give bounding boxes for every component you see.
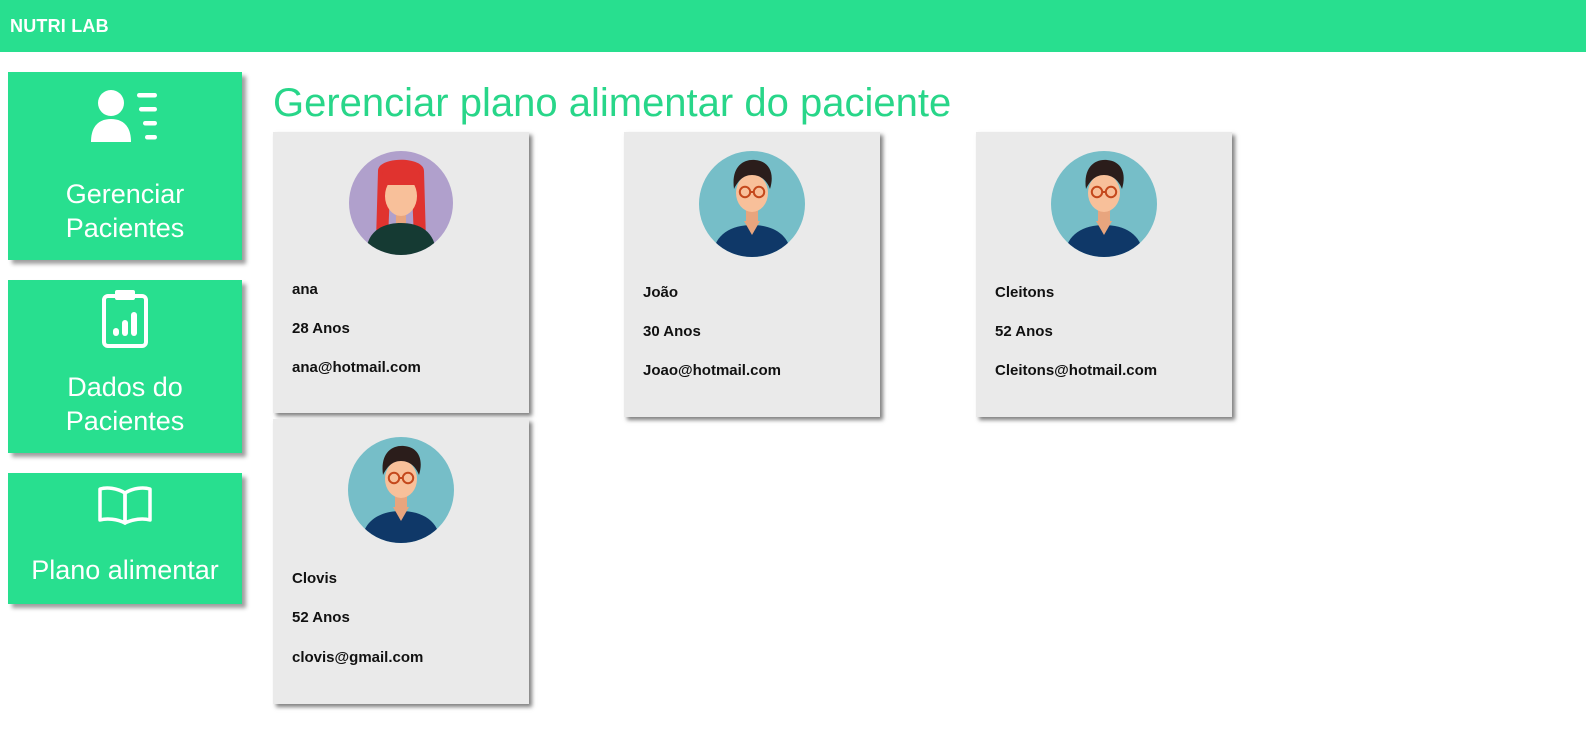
patient-card[interactable]: Clovis 52 Anos clovis@gmail.com [273, 419, 529, 704]
user-list-icon [8, 88, 242, 146]
nav-dados-do-pacientes[interactable]: Dados do Pacientes [8, 280, 242, 453]
top-bar: NUTRI LAB [0, 0, 1586, 52]
female-avatar-icon [348, 151, 454, 257]
patient-email: Joao@hotmail.com [643, 362, 781, 379]
patient-age: 52 Anos [292, 609, 350, 626]
patient-email: clovis@gmail.com [292, 649, 424, 666]
nav-label: Dados do Pacientes [65, 372, 185, 436]
clipboard-chart-icon [8, 288, 242, 348]
patient-age: 28 Anos [292, 320, 350, 337]
patient-name: João [643, 284, 679, 301]
nav-plano-alimentar[interactable]: Plano alimentar [8, 473, 242, 604]
patient-card[interactable]: Cleitons 52 Anos Cleitons@hotmail.com [976, 132, 1232, 417]
patient-age: 52 Anos [995, 323, 1053, 340]
patient-email: Cleitons@hotmail.com [995, 362, 1158, 379]
patient-name: ana [292, 281, 318, 298]
nav-label: Plano alimentar [31, 555, 219, 585]
patient-name: Clovis [292, 570, 338, 587]
patient-email: ana@hotmail.com [292, 359, 421, 376]
male-avatar-icon [348, 437, 454, 543]
page-title: Gerenciar plano alimentar do paciente [273, 81, 952, 125]
male-avatar-icon [1051, 151, 1157, 257]
patient-card[interactable]: ana 28 Anos ana@hotmail.com [273, 132, 529, 413]
patient-name: Cleitons [995, 284, 1055, 301]
open-book-icon [8, 485, 242, 525]
nav-gerenciar-pacientes[interactable]: Gerenciar Pacientes [8, 72, 242, 260]
male-avatar-icon [699, 151, 805, 257]
brand-logo[interactable]: NUTRI LAB [10, 15, 109, 37]
patient-age: 30 Anos [643, 323, 701, 340]
patient-card[interactable]: João 30 Anos Joao@hotmail.com [624, 132, 880, 417]
nav-label: Gerenciar Pacientes [65, 179, 185, 243]
